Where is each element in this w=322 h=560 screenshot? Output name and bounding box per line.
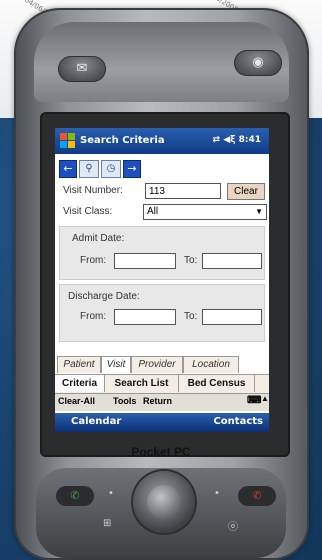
admit-to-label: To: <box>184 255 198 266</box>
forward-arrow-icon[interactable]: → <box>123 160 141 178</box>
discharge-to-input[interactable] <box>202 309 262 325</box>
ok-button-icon[interactable]: ⓞ <box>228 518 238 533</box>
admit-to-input[interactable] <box>202 253 262 269</box>
admit-date-label: Admit Date: <box>72 233 125 244</box>
windows-start-icon[interactable]: ⊞ <box>103 518 111 529</box>
left-dot-icon: • <box>108 488 114 499</box>
status-area: ⇄ ◀ξ 8:41 <box>213 135 261 145</box>
right-dot-icon: • <box>214 488 220 499</box>
discharge-from-label: From: <box>80 311 107 322</box>
tab-search-list[interactable]: Search List <box>105 375 179 392</box>
title-bar: Search Criteria ⇄ ◀ξ 8:41 <box>55 128 269 154</box>
back-arrow-icon[interactable]: ← <box>59 160 77 178</box>
discharge-date-group: Discharge Date: From: To: <box>59 284 265 342</box>
toolbar: ← ⚲ ◷ → <box>55 158 269 178</box>
chevron-up-icon[interactable]: ▲ <box>261 394 269 403</box>
discharge-from-input[interactable] <box>114 309 176 325</box>
device-screen: Search Criteria ⇄ ◀ξ 8:41 ← ⚲ ◷ → Visit … <box>55 128 269 432</box>
chevron-down-icon: ▼ <box>255 207 263 216</box>
admit-date-group: Admit Date: From: To: <box>59 226 265 280</box>
clock-icon[interactable]: ◷ <box>101 160 121 178</box>
visit-number-label: Visit Number: <box>63 185 123 196</box>
return-menu[interactable]: Return <box>143 396 172 406</box>
keyboard-icon[interactable]: ⌨ <box>247 395 261 406</box>
visit-class-value: All <box>147 206 159 217</box>
envelope-icon[interactable]: ✉ <box>58 56 106 82</box>
visit-class-label: Visit Class: <box>63 206 113 217</box>
sync-arrows-icon[interactable]: ⇄ <box>213 135 221 145</box>
tab-provider[interactable]: Provider <box>131 356 183 373</box>
dpad-center-button[interactable] <box>147 485 181 519</box>
calendar-softkey[interactable]: Calendar <box>71 416 121 427</box>
clear-all-menu[interactable]: Clear-All <box>58 396 95 406</box>
menu-bar: Clear-All Tools Return ⌨ ▲ <box>55 393 269 411</box>
discharge-date-label: Discharge Date: <box>68 291 140 302</box>
tab-bed-census[interactable]: Bed Census <box>179 375 255 392</box>
call-end-button[interactable]: ✆ <box>238 486 276 506</box>
clock-time[interactable]: 8:41 <box>239 135 261 145</box>
tab-location[interactable]: Location <box>183 356 239 373</box>
speaker-icon[interactable]: ◀ξ <box>223 135 235 145</box>
discharge-to-label: To: <box>184 311 198 322</box>
tab-visit[interactable]: Visit <box>101 356 131 373</box>
device-brand: Pocket PC <box>131 445 191 459</box>
tab-criteria[interactable]: Criteria <box>55 375 105 392</box>
page-title: Search Criteria <box>80 135 165 146</box>
tools-menu[interactable]: Tools <box>113 396 136 406</box>
admit-from-input[interactable] <box>114 253 176 269</box>
admit-from-label: From: <box>80 255 107 266</box>
clear-button[interactable]: Clear <box>227 183 265 200</box>
view-tabs: Criteria Search List Bed Census <box>55 374 269 393</box>
windows-start-icon[interactable] <box>60 133 76 149</box>
tab-patient[interactable]: Patient <box>57 356 101 373</box>
softkey-bar: Calendar Contacts <box>55 413 269 432</box>
internet-globe-icon[interactable]: ◉ <box>234 50 282 76</box>
category-tabs: Patient Visit Provider Location <box>55 356 269 373</box>
contacts-softkey[interactable]: Contacts <box>213 416 263 427</box>
search-people-icon[interactable]: ⚲ <box>79 160 99 178</box>
call-answer-button[interactable]: ✆ <box>56 486 94 506</box>
visit-class-select[interactable]: All ▼ <box>143 204 267 220</box>
visit-number-input[interactable]: 113 <box>145 183 221 199</box>
